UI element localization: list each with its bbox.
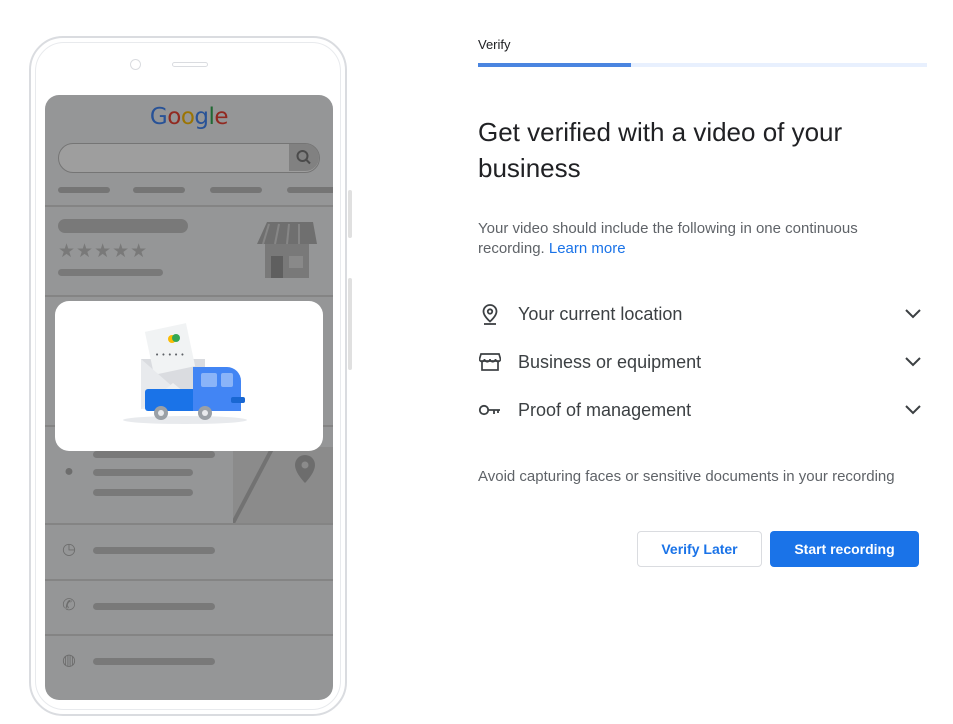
requirement-label: Business or equipment: [518, 351, 702, 372]
svg-text:• • • • •: • • • • •: [155, 351, 185, 359]
requirement-label: Your current location: [518, 303, 683, 324]
phone-camera: [130, 59, 141, 70]
intro-text-body: Your video should include the following …: [478, 220, 858, 257]
chevron-down-icon[interactable]: [901, 302, 925, 326]
phone-side-button: [348, 278, 352, 370]
mail-truck-card: • • • • •: [55, 301, 323, 451]
requirement-proof-of-management[interactable]: Proof of management: [478, 392, 925, 428]
requirement-current-location[interactable]: Your current location: [478, 296, 925, 332]
start-recording-button[interactable]: Start recording: [770, 531, 919, 567]
verify-later-button[interactable]: Verify Later: [637, 531, 762, 567]
chevron-down-icon[interactable]: [901, 398, 925, 422]
progress-bar-fill: [478, 63, 631, 67]
privacy-note: Avoid capturing faces or sensitive docum…: [478, 468, 895, 485]
phone-speaker: [172, 62, 208, 67]
requirement-label: Proof of management: [518, 399, 692, 420]
location-pin-icon: [478, 302, 502, 326]
key-icon: [478, 398, 502, 422]
storefront-icon: [478, 350, 502, 374]
mail-truck-icon: • • • • •: [123, 323, 247, 424]
page-title: Get verified with a video of your busine…: [478, 117, 843, 183]
chevron-down-icon[interactable]: [901, 350, 925, 374]
progress-bar: [478, 63, 927, 67]
requirement-business-equipment[interactable]: Business or equipment: [478, 344, 925, 380]
step-label: Verify: [478, 37, 511, 52]
intro-text: Your video should include the following …: [478, 219, 918, 259]
phone-side-button: [348, 190, 352, 238]
learn-more-link[interactable]: Learn more: [549, 240, 626, 257]
